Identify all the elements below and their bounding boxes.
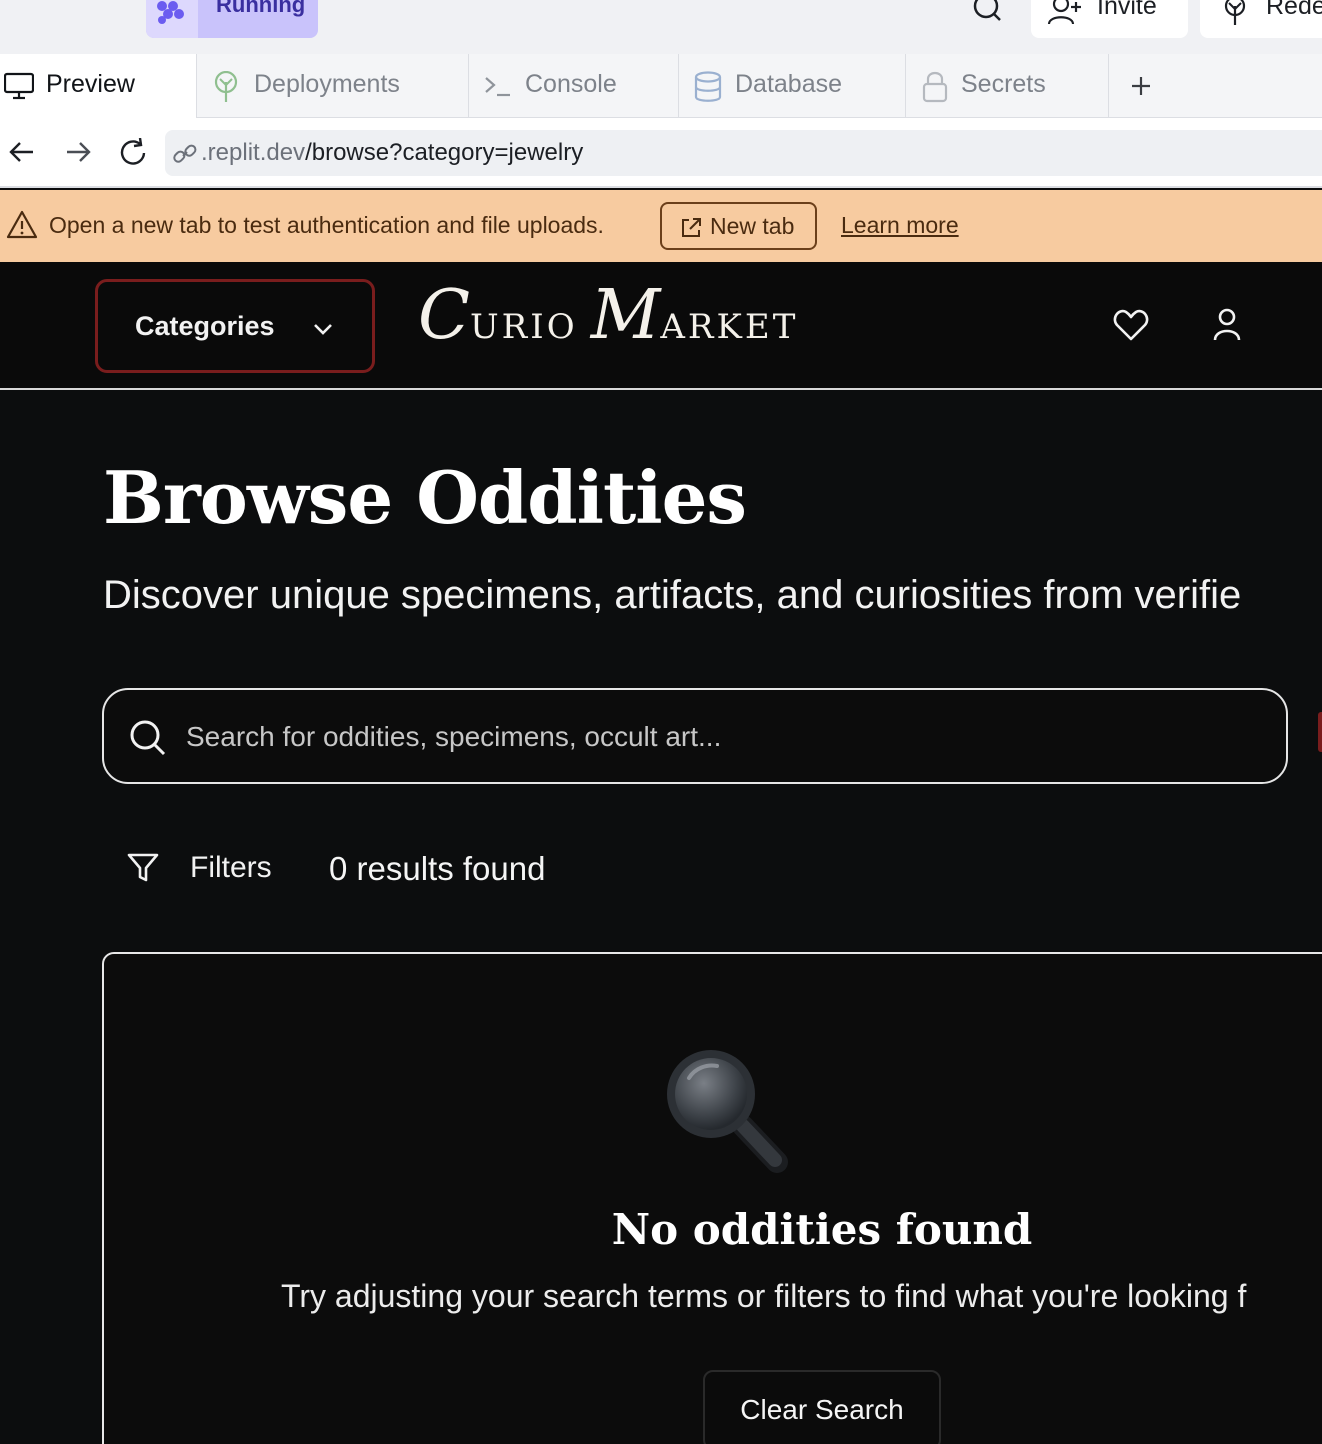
reload-icon[interactable] bbox=[118, 138, 150, 168]
workspace-tabs: Preview Deployments Console Database Sec… bbox=[0, 54, 1322, 118]
lock-icon bbox=[922, 71, 948, 103]
deploy-icon bbox=[1224, 0, 1246, 25]
new-tab-label: New tab bbox=[710, 213, 795, 239]
site-header: Categories CURIO MARKET bbox=[0, 262, 1322, 390]
redeploy-label: Rede bbox=[1266, 0, 1322, 20]
warning-icon bbox=[6, 210, 38, 239]
clear-search-label: Clear Search bbox=[740, 1394, 904, 1425]
terminal-icon bbox=[485, 77, 510, 97]
banner-message: Open a new tab to test authentication an… bbox=[49, 212, 604, 238]
url-domain: .replit.dev bbox=[201, 139, 306, 166]
running-label: Running bbox=[216, 0, 306, 17]
logo-letter: C bbox=[418, 276, 471, 355]
monitor-icon bbox=[4, 72, 34, 100]
page-subtitle: Discover unique specimens, artifacts, an… bbox=[103, 573, 1242, 617]
invite-label: Invite bbox=[1097, 0, 1157, 20]
invite-button[interactable]: Invite bbox=[1031, 0, 1188, 38]
tab-secrets[interactable]: Secrets bbox=[906, 54, 1109, 118]
logo-text: URIO bbox=[470, 307, 578, 347]
url-path: /browse?category=jewelry bbox=[305, 139, 584, 166]
tab-database[interactable]: Database bbox=[679, 54, 906, 118]
external-link-icon bbox=[682, 218, 701, 237]
replit-top-bar: Running Invite Rede bbox=[0, 0, 1322, 54]
search-icon bbox=[130, 720, 166, 756]
empty-state-subtitle: Try adjusting your search terms or filte… bbox=[281, 1278, 1247, 1314]
tab-label: Preview bbox=[46, 70, 135, 98]
tab-label: Deployments bbox=[254, 70, 400, 98]
categories-label: Categories bbox=[135, 311, 275, 341]
logo-letter: M bbox=[590, 276, 661, 355]
deploy-icon bbox=[214, 71, 238, 102]
plus-icon bbox=[1132, 77, 1150, 95]
add-tab-button[interactable] bbox=[1109, 54, 1169, 118]
empty-state-title: No oddities found bbox=[611, 1205, 1033, 1254]
filters-label: Filters bbox=[190, 851, 272, 884]
user-icon[interactable] bbox=[1211, 308, 1243, 342]
link-icon bbox=[173, 144, 197, 163]
add-user-icon bbox=[1047, 0, 1081, 25]
url-field[interactable]: .replit.dev/browse?category=jewelry bbox=[165, 130, 1322, 176]
url-text: .replit.dev/browse?category=jewelry bbox=[201, 139, 583, 167]
forward-arrow-icon[interactable] bbox=[64, 138, 92, 166]
heart-icon[interactable] bbox=[1113, 308, 1149, 342]
site-logo[interactable]: CURIO MARKET bbox=[418, 276, 798, 366]
replit-logo-icon bbox=[146, 0, 198, 38]
results-count: 0 results found bbox=[329, 850, 546, 887]
search-submit-button[interactable] bbox=[1318, 712, 1322, 752]
top-search-icon[interactable] bbox=[970, 0, 1006, 30]
back-arrow-icon[interactable] bbox=[8, 138, 36, 166]
magnifying-glass-icon bbox=[667, 1050, 788, 1173]
tab-label: Database bbox=[735, 70, 843, 98]
redeploy-button[interactable]: Rede bbox=[1200, 0, 1322, 38]
address-bar: .replit.dev/browse?category=jewelry bbox=[0, 118, 1322, 188]
tab-deployments[interactable]: Deployments bbox=[197, 54, 469, 118]
tab-preview[interactable]: Preview bbox=[0, 54, 197, 118]
auth-warning-banner: Open a new tab to test authentication an… bbox=[0, 190, 1322, 262]
filter-icon bbox=[127, 853, 159, 882]
chevron-down-icon bbox=[314, 324, 332, 335]
clear-search-button[interactable]: Clear Search bbox=[703, 1370, 941, 1444]
running-status-button[interactable]: Running bbox=[146, 0, 318, 38]
logo-text: ARKET bbox=[660, 307, 799, 347]
learn-more-link[interactable]: Learn more bbox=[841, 212, 959, 239]
tab-label: Secrets bbox=[961, 70, 1046, 98]
search-input[interactable] bbox=[186, 716, 1186, 758]
tab-label: Console bbox=[525, 70, 617, 98]
tab-console[interactable]: Console bbox=[469, 54, 679, 118]
page-title: Browse Oddities bbox=[103, 455, 747, 540]
database-icon bbox=[694, 71, 722, 102]
new-tab-button[interactable]: New tab bbox=[660, 202, 817, 250]
categories-dropdown[interactable]: Categories bbox=[95, 279, 375, 373]
search-bar bbox=[102, 688, 1288, 784]
